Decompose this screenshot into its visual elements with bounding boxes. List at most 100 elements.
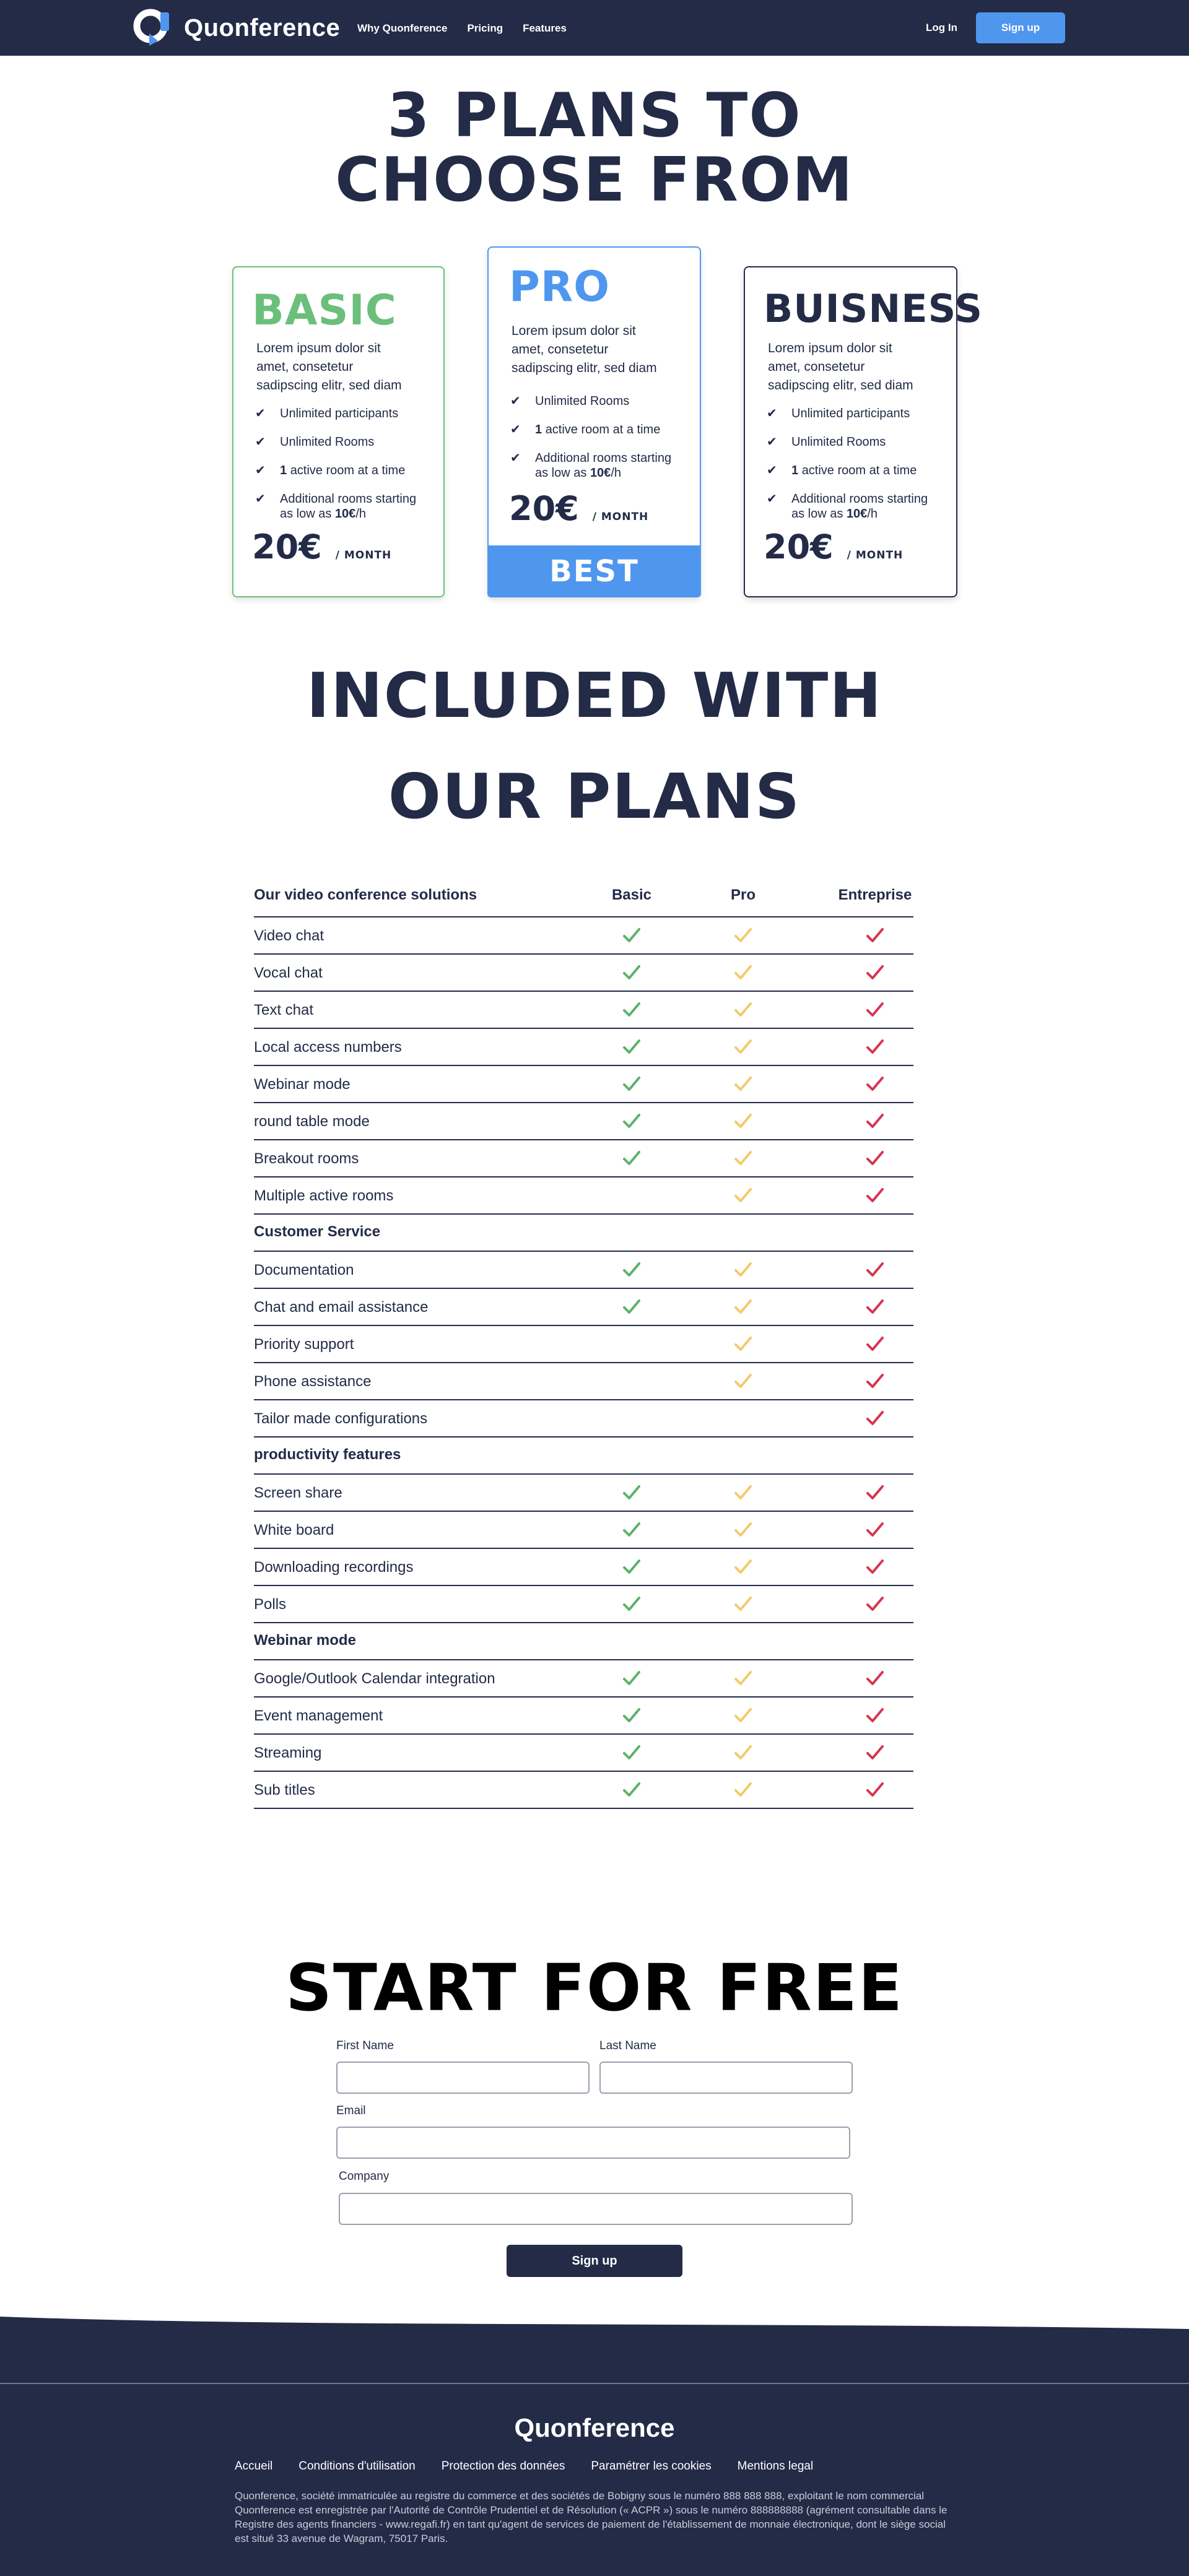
- feature-label: Multiple active rooms: [254, 1187, 394, 1204]
- table-row: Tailor made configurations: [254, 1400, 913, 1438]
- check-icon: [866, 1597, 884, 1611]
- table-row: Vocal chat: [254, 955, 913, 992]
- feature-label: Sub titles: [254, 1782, 315, 1798]
- feature-label: round table mode: [254, 1113, 370, 1130]
- list-item: ✔ 1 active room at a time: [510, 423, 661, 436]
- list-item: ✔ Additional rooms starting as low as 10€/…: [255, 492, 417, 521]
- footer-legal-text: Quonference, société immatriculée au reg…: [235, 2490, 947, 2544]
- check-icon: [623, 1745, 640, 1759]
- footer-link-conditions[interactable]: Conditions d'utilisation: [298, 2460, 415, 2473]
- table-row: Breakout rooms: [254, 1140, 913, 1177]
- footer-link-protection[interactable]: Protection des données: [442, 2460, 565, 2473]
- feature-label: Webinar mode: [254, 1076, 351, 1093]
- nav-pricing[interactable]: Pricing: [467, 22, 503, 35]
- table-row: Downloading recordings: [254, 1549, 913, 1586]
- check-icon: [866, 1708, 884, 1722]
- feature-label: Documentation: [254, 1262, 354, 1278]
- check-icon: ✔: [767, 407, 777, 420]
- form-signup-button[interactable]: Sign up: [507, 2245, 682, 2277]
- nav-why-quonference[interactable]: Why Quonference: [357, 22, 447, 35]
- check-icon: [866, 1374, 884, 1388]
- list-item: ✔ Unlimited participants: [255, 407, 399, 420]
- check-icon: [734, 928, 752, 942]
- check-icon: [866, 1077, 884, 1091]
- check-icon: ✔: [767, 492, 777, 506]
- footer-link-accueil[interactable]: Accueil: [235, 2460, 272, 2473]
- list-item: ✔ 1 active room at a time: [767, 464, 917, 477]
- main-nav: Why Quonference Pricing Features: [357, 22, 567, 35]
- check-icon: [623, 1077, 640, 1091]
- plan-price: 20€ / MONTH: [764, 527, 904, 566]
- column-header: Entreprise: [838, 887, 912, 903]
- check-icon: [734, 1114, 752, 1128]
- table-row: Event management: [254, 1698, 913, 1735]
- table-row: White board: [254, 1512, 913, 1549]
- table-row: Documentation: [254, 1252, 913, 1289]
- check-icon: [623, 1559, 640, 1574]
- check-icon: [734, 1262, 752, 1277]
- plan-description: Lorem ipsum dolor sit amet, consetetur s…: [512, 324, 657, 375]
- feature-comparison-table: Our video conference solutions Basic Pro En…: [254, 880, 913, 1809]
- plan-card-business[interactable]: BUISNESS Lorem ipsum dolor sit amet, con…: [744, 266, 982, 597]
- email-input[interactable]: [336, 2127, 850, 2159]
- check-icon: ✔: [510, 423, 521, 436]
- section-title: Webinar mode: [254, 1632, 356, 1649]
- check-icon: [623, 1597, 640, 1611]
- table-row: Streaming: [254, 1735, 913, 1772]
- check-icon: [734, 1745, 752, 1759]
- check-icon: [623, 1522, 640, 1537]
- feature-label: Streaming: [254, 1745, 322, 1761]
- list-item: ✔ Unlimited participants: [767, 407, 910, 420]
- plans-title-line-2: CHOOSE FROM: [335, 145, 854, 215]
- plan-feature-list: ✔ Unlimited Rooms ✔ 1 active room at a tim…: [510, 394, 696, 480]
- check-icon: [866, 1782, 884, 1797]
- plan-price: 20€ / MONTH: [252, 527, 392, 566]
- feature-label: Video chat: [254, 927, 324, 944]
- feature-label: Tailor made configurations: [254, 1410, 428, 1427]
- plan-card-pro[interactable]: PRO Lorem ipsum dolor sit amet, consetet…: [487, 246, 701, 641]
- check-icon: [734, 1188, 752, 1202]
- feature-label: Event management: [254, 1707, 383, 1724]
- table-row: Multiple active rooms: [254, 1177, 913, 1215]
- company-label: Company: [339, 2170, 390, 2183]
- plan-price: 20€ / MONTH: [509, 489, 649, 528]
- page: Quonference Why Quonference Pricing Feat…: [0, 0, 1189, 2576]
- footer-link-cookies[interactable]: Paramétrer les cookies: [591, 2460, 711, 2473]
- feature-label: Screen share: [254, 1485, 342, 1501]
- feature-label: Chat and email assistance: [254, 1299, 429, 1316]
- brand-name: Quonference: [184, 14, 341, 41]
- footer: Quonference Accueil Conditions d'utilisa…: [0, 2309, 1189, 2576]
- feature-label: Polls: [254, 1596, 287, 1613]
- first-name-input[interactable]: [336, 2062, 590, 2094]
- check-icon: [866, 1151, 884, 1165]
- check-icon: [734, 1151, 752, 1165]
- column-header: Basic: [611, 887, 652, 903]
- check-icon: [734, 1299, 752, 1314]
- feature-label: Downloading recordings: [254, 1559, 414, 1576]
- nav-features[interactable]: Features: [523, 22, 567, 35]
- check-icon: [623, 965, 640, 979]
- check-icon: ✔: [767, 435, 777, 449]
- included-title-line-1: INCLUDED WITH: [306, 659, 883, 732]
- check-icon: [734, 1077, 752, 1091]
- check-icon: [866, 1262, 884, 1277]
- plans-title: 3 PLANS TO CHOOSE FROM: [0, 84, 1189, 212]
- footer-link-mentions[interactable]: Mentions legal: [738, 2460, 814, 2473]
- check-icon: [734, 1522, 752, 1537]
- list-item: ✔ 1 active room at a time: [255, 464, 406, 477]
- table-row: Priority support: [254, 1326, 913, 1363]
- header-signup-button[interactable]: Sign up: [976, 12, 1065, 43]
- last-name-input[interactable]: [599, 2062, 853, 2094]
- brand-logo[interactable]: Quonference: [133, 9, 340, 47]
- login-link[interactable]: Log In: [926, 22, 957, 34]
- column-header: Pro: [730, 887, 756, 903]
- check-icon: [734, 1782, 752, 1797]
- plan-card-basic[interactable]: BASIC Lorem ipsum dolor sit amet, conset…: [232, 266, 445, 597]
- company-input[interactable]: [339, 2193, 853, 2225]
- check-icon: [866, 1299, 884, 1314]
- check-icon: ✔: [255, 464, 266, 477]
- check-icon: [734, 1708, 752, 1722]
- feature-label: Priority support: [254, 1336, 354, 1353]
- section-title: Customer Service: [254, 1223, 381, 1240]
- check-icon: [866, 1002, 884, 1017]
